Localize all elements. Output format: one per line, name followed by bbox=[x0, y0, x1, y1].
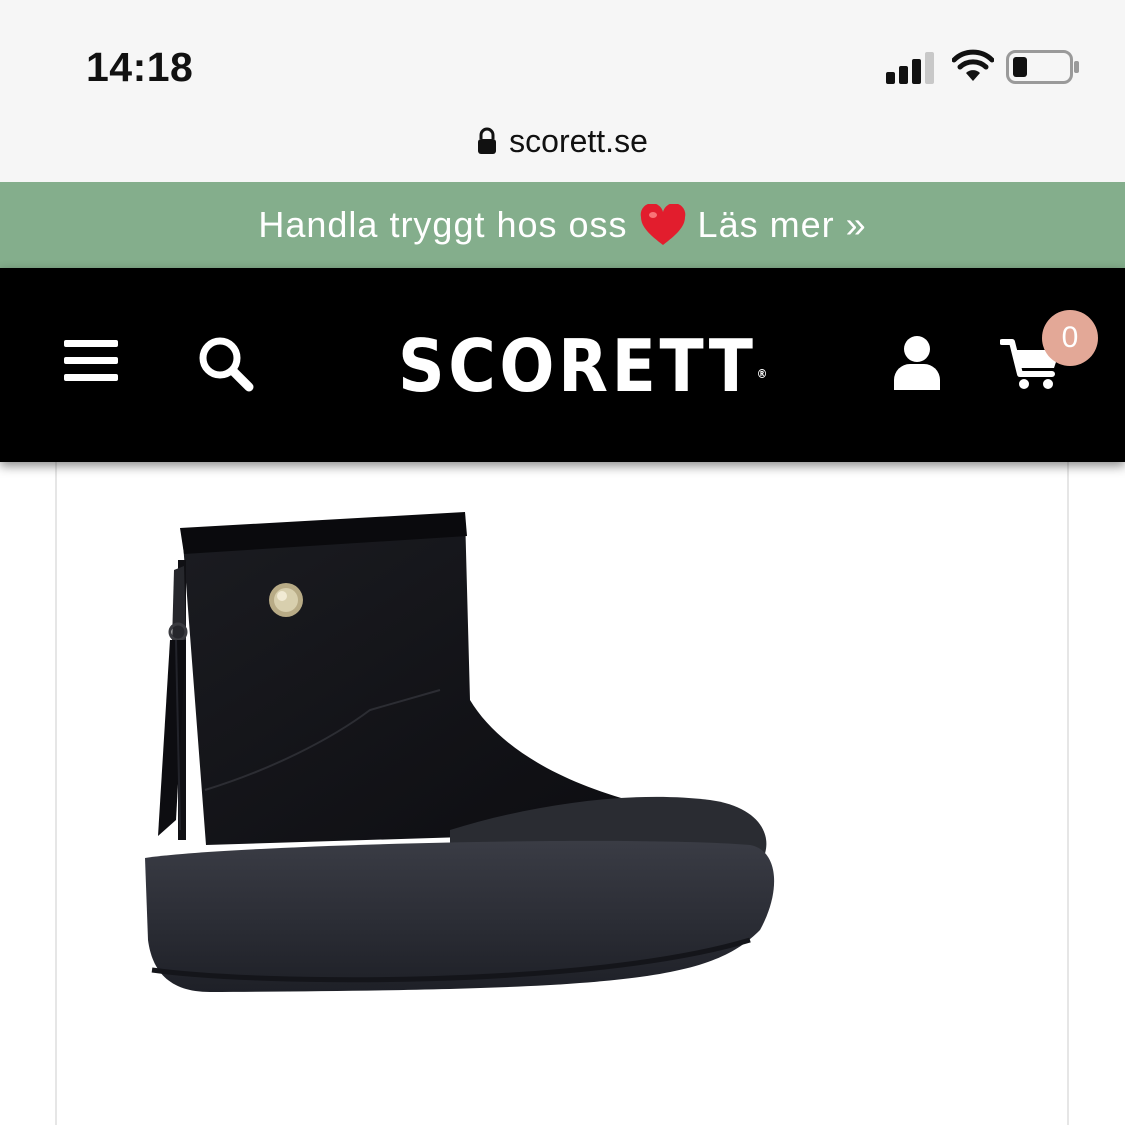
logo-text: SCORETT bbox=[398, 324, 757, 408]
wifi-icon bbox=[952, 49, 994, 81]
url-text: scorett.se bbox=[509, 122, 648, 159]
product-image[interactable] bbox=[110, 500, 790, 1010]
site-header: SCORETT® bbox=[0, 268, 1125, 462]
read-more-link[interactable]: Läs mer » bbox=[698, 204, 867, 246]
signal-icon bbox=[886, 52, 934, 84]
lock-icon bbox=[478, 127, 497, 154]
promo-text: Handla tryggt hos oss bbox=[258, 204, 628, 245]
promo-banner[interactable]: Handla tryggt hos oss Läs mer » bbox=[0, 182, 1125, 268]
heart-icon bbox=[640, 204, 685, 245]
search-icon[interactable] bbox=[196, 334, 254, 392]
browser-chrome: 14:18 scorett.se bbox=[0, 0, 1125, 182]
address-bar[interactable]: scorett.se bbox=[0, 118, 1125, 164]
hamburger-menu-icon[interactable] bbox=[64, 336, 118, 386]
user-icon[interactable] bbox=[892, 334, 942, 390]
battery-icon bbox=[1006, 50, 1079, 84]
cart-count-badge[interactable]: 0 bbox=[1042, 310, 1098, 366]
logo-mark: ® bbox=[756, 367, 768, 381]
site-logo[interactable]: SCORETT® bbox=[398, 324, 767, 408]
status-time: 14:18 bbox=[86, 44, 194, 90]
